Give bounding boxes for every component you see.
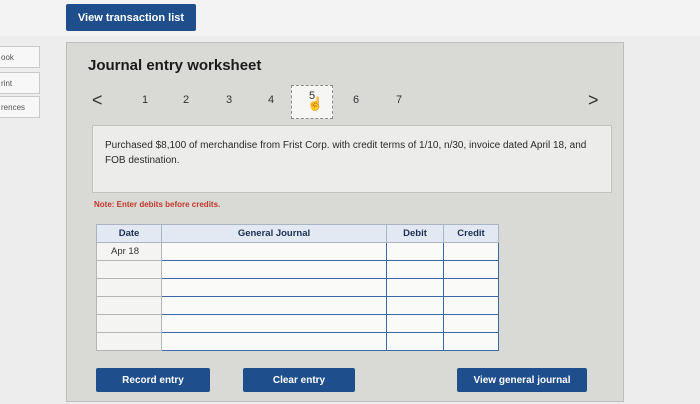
debit-header: Debit	[386, 224, 444, 243]
next-page-button[interactable]: >	[588, 90, 599, 111]
account-input[interactable]	[161, 296, 387, 315]
date-cell	[96, 296, 162, 315]
hand-pointer-icon: ☝	[307, 96, 324, 111]
account-input[interactable]	[161, 332, 387, 351]
side-tab-references[interactable]: rences	[0, 96, 40, 118]
side-tab-book[interactable]: ook	[0, 46, 40, 68]
debit-input[interactable]	[386, 242, 444, 261]
debit-input[interactable]	[386, 278, 444, 297]
page-2-button[interactable]: 2	[179, 94, 193, 106]
table-row	[96, 296, 499, 315]
top-bar: View transaction list	[0, 0, 700, 36]
date-header: Date	[96, 224, 162, 243]
account-input[interactable]	[161, 242, 387, 261]
table-row	[96, 260, 499, 279]
credit-header: Credit	[443, 224, 499, 243]
debit-input[interactable]	[386, 260, 444, 279]
date-cell: Apr 18	[96, 242, 162, 261]
credit-input[interactable]	[443, 296, 499, 315]
view-transaction-list-button[interactable]: View transaction list	[66, 4, 196, 31]
date-cell	[96, 260, 162, 279]
date-cell	[96, 314, 162, 333]
date-cell	[96, 278, 162, 297]
credit-input[interactable]	[443, 260, 499, 279]
transaction-description: Purchased $8,100 of merchandise from Fri…	[92, 125, 612, 193]
page-title: Journal entry worksheet	[88, 57, 262, 74]
debit-input[interactable]	[386, 332, 444, 351]
table-row	[96, 278, 499, 297]
note-text: Note: Enter debits before credits.	[94, 200, 221, 209]
pager: < 1 2 3 4 5 ☝ 6 7 >	[88, 85, 608, 120]
journal-table: Date General Journal Debit Credit Apr 18	[96, 224, 499, 351]
view-general-journal-button[interactable]: View general journal	[457, 368, 587, 392]
credit-input[interactable]	[443, 332, 499, 351]
table-row	[96, 332, 499, 351]
page-5-button-active[interactable]: 5 ☝	[291, 85, 333, 119]
debit-input[interactable]	[386, 296, 444, 315]
table-row	[96, 314, 499, 333]
record-entry-button[interactable]: Record entry	[96, 368, 210, 392]
account-input[interactable]	[161, 314, 387, 333]
account-input[interactable]	[161, 278, 387, 297]
credit-input[interactable]	[443, 314, 499, 333]
page-3-button[interactable]: 3	[222, 94, 236, 106]
general-journal-header: General Journal	[161, 224, 387, 243]
debit-input[interactable]	[386, 314, 444, 333]
page-7-button[interactable]: 7	[392, 94, 406, 106]
account-input[interactable]	[161, 260, 387, 279]
prev-page-button[interactable]: <	[92, 90, 103, 111]
date-cell	[96, 332, 162, 351]
page-4-button[interactable]: 4	[264, 94, 278, 106]
page-1-button[interactable]: 1	[138, 94, 152, 106]
side-tab-print[interactable]: rint	[0, 72, 40, 94]
page-6-button[interactable]: 6	[349, 94, 363, 106]
credit-input[interactable]	[443, 278, 499, 297]
credit-input[interactable]	[443, 242, 499, 261]
clear-entry-button[interactable]: Clear entry	[243, 368, 355, 392]
table-row: Apr 18	[96, 242, 499, 261]
